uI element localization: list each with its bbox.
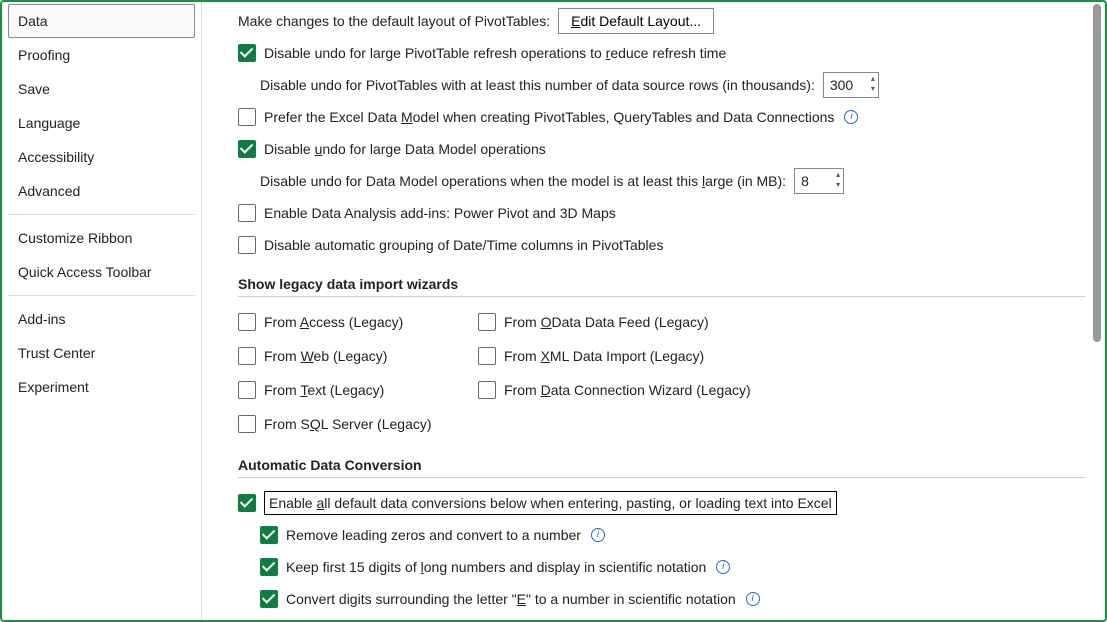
sidebar-item-proofing[interactable]: Proofing: [8, 38, 195, 72]
info-icon[interactable]: i: [746, 592, 760, 606]
from-access-checkbox[interactable]: [238, 313, 256, 331]
prefer-data-model-checkbox[interactable]: [238, 108, 256, 126]
disable-undo-large-dm-checkbox[interactable]: [238, 140, 256, 158]
sidebar-divider: [8, 295, 195, 296]
from-sql-label: From SQL Server (Legacy): [264, 415, 432, 433]
prefer-data-model-label: Prefer the Excel Data Model when creatin…: [264, 108, 834, 126]
from-xml-label: From XML Data Import (Legacy): [504, 347, 704, 365]
disable-undo-dm-size-label: Disable undo for Data Model operations w…: [260, 172, 786, 190]
conversion-section-title: Automatic Data Conversion: [238, 457, 1085, 478]
spinner-arrows-icon[interactable]: ▴▾: [871, 74, 875, 94]
convert-e-label: Convert digits surrounding the letter "E…: [286, 590, 736, 608]
disable-undo-rows-label: Disable undo for PivotTables with at lea…: [260, 76, 815, 94]
from-text-checkbox[interactable]: [238, 381, 256, 399]
info-icon[interactable]: i: [844, 110, 858, 124]
options-content: Make changes to the default layout of Pi…: [202, 2, 1105, 620]
sidebar-item-quick-access-toolbar[interactable]: Quick Access Toolbar: [8, 255, 195, 289]
info-icon[interactable]: i: [716, 560, 730, 574]
enable-all-conversions-label: Enable all default data conversions belo…: [264, 491, 837, 515]
spinner-arrows-icon[interactable]: ▴▾: [836, 170, 840, 190]
info-icon[interactable]: i: [591, 528, 605, 542]
remove-leading-zeros-checkbox[interactable]: [260, 526, 278, 544]
from-wizard-checkbox[interactable]: [478, 381, 496, 399]
options-sidebar: Data Proofing Save Language Accessibilit…: [2, 2, 202, 620]
disable-grouping-label: Disable automatic grouping of Date/Time …: [264, 236, 663, 254]
remove-leading-zeros-label: Remove leading zeros and convert to a nu…: [286, 526, 581, 544]
keep-15-digits-label: Keep first 15 digits of long numbers and…: [286, 558, 706, 576]
from-wizard-label: From Data Connection Wizard (Legacy): [504, 381, 751, 399]
from-sql-checkbox[interactable]: [238, 415, 256, 433]
pivot-intro-label: Make changes to the default layout of Pi…: [238, 12, 550, 30]
keep-15-digits-checkbox[interactable]: [260, 558, 278, 576]
sidebar-item-experiment[interactable]: Experiment: [8, 370, 195, 404]
disable-undo-rows-spinner[interactable]: 300 ▴▾: [823, 72, 879, 98]
disable-undo-large-pt-checkbox[interactable]: [238, 44, 256, 62]
disable-grouping-checkbox[interactable]: [238, 236, 256, 254]
from-odata-label: From OData Data Feed (Legacy): [504, 313, 709, 331]
disable-undo-dm-spinner[interactable]: 8 ▴▾: [794, 168, 844, 194]
from-access-label: From Access (Legacy): [264, 313, 403, 331]
sidebar-item-advanced[interactable]: Advanced: [8, 174, 195, 208]
sidebar-item-data[interactable]: Data: [8, 4, 195, 38]
from-xml-checkbox[interactable]: [478, 347, 496, 365]
disable-undo-large-dm-label: Disable undo for large Data Model operat…: [264, 140, 546, 158]
enable-addins-checkbox[interactable]: [238, 204, 256, 222]
vertical-scrollbar[interactable]: [1091, 4, 1103, 618]
sidebar-item-accessibility[interactable]: Accessibility: [8, 140, 195, 174]
legacy-section-title: Show legacy data import wizards: [238, 276, 1085, 297]
convert-e-checkbox[interactable]: [260, 590, 278, 608]
sidebar-item-add-ins[interactable]: Add-ins: [8, 302, 195, 336]
sidebar-item-save[interactable]: Save: [8, 72, 195, 106]
enable-addins-label: Enable Data Analysis add-ins: Power Pivo…: [264, 204, 616, 222]
sidebar-item-trust-center[interactable]: Trust Center: [8, 336, 195, 370]
sidebar-item-customize-ribbon[interactable]: Customize Ribbon: [8, 221, 195, 255]
from-text-label: From Text (Legacy): [264, 381, 384, 399]
from-odata-checkbox[interactable]: [478, 313, 496, 331]
from-web-label: From Web (Legacy): [264, 347, 387, 365]
disable-undo-large-pt-label: Disable undo for large PivotTable refres…: [264, 44, 726, 62]
edit-default-layout-button[interactable]: Edit Default Layout...: [558, 8, 714, 34]
enable-all-conversions-checkbox[interactable]: [238, 494, 256, 512]
sidebar-divider: [8, 214, 195, 215]
sidebar-item-language[interactable]: Language: [8, 106, 195, 140]
from-web-checkbox[interactable]: [238, 347, 256, 365]
scrollbar-thumb[interactable]: [1093, 4, 1101, 342]
